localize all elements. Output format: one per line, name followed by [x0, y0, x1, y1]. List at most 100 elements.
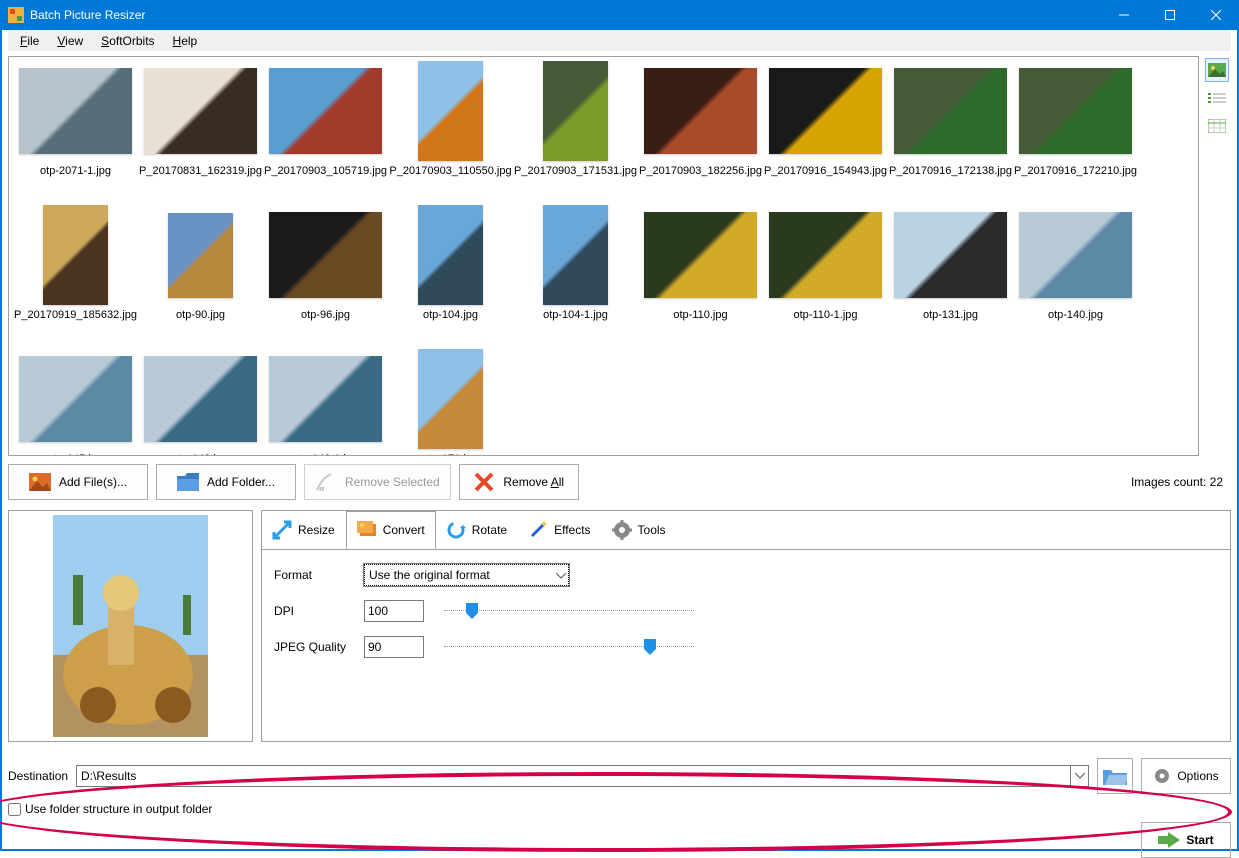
menubar: File View SoftOrbits Help — [8, 30, 1231, 52]
tab-convert[interactable]: Convert — [346, 511, 436, 549]
thumbnail-item[interactable]: P_20170916_154943.jpg — [763, 61, 888, 201]
thumbnail-label: otp-2071-1.jpg — [40, 165, 111, 177]
thumbnail-item[interactable]: P_20170916_172138.jpg — [888, 61, 1013, 201]
thumbnail-label: otp-148.jpg — [173, 453, 228, 456]
thumbnail-label: otp-145.jpg — [48, 453, 103, 456]
picture-add-icon — [29, 471, 51, 493]
thumbnail-item[interactable]: otp-148.jpg — [138, 349, 263, 456]
view-list-button[interactable] — [1205, 86, 1229, 110]
thumbnail-item[interactable]: otp-104.jpg — [388, 205, 513, 345]
chevron-down-icon[interactable] — [1070, 766, 1088, 786]
thumbnail-item[interactable]: otp-110.jpg — [638, 205, 763, 345]
browse-folder-button[interactable] — [1097, 758, 1133, 794]
options-button[interactable]: Options — [1141, 758, 1231, 794]
format-label: Format — [274, 568, 364, 582]
menu-help[interactable]: Help — [165, 32, 206, 50]
thumbnail-item[interactable]: P_20170903_171531.jpg — [513, 61, 638, 201]
broom-icon — [315, 471, 337, 493]
thumbnail-item[interactable]: otp-110-1.jpg — [763, 205, 888, 345]
folder-icon — [177, 471, 199, 493]
convert-icon — [357, 520, 377, 540]
thumbnail-item[interactable]: otp-2071-1.jpg — [13, 61, 138, 201]
quality-slider[interactable] — [444, 637, 694, 657]
thumbnail-item[interactable]: otp-140.jpg — [1013, 205, 1138, 345]
thumbnail-label: otp-104.jpg — [423, 309, 478, 321]
thumbnail-label: P_20170903_171531.jpg — [514, 165, 637, 177]
dpi-slider[interactable] — [444, 601, 694, 621]
remove-all-button[interactable]: Remove All — [459, 464, 579, 500]
tab-tools[interactable]: Tools — [602, 511, 677, 549]
tab-rotate[interactable]: Rotate — [436, 511, 518, 549]
thumbnail-item[interactable]: P_20170916_172210.jpg — [1013, 61, 1138, 201]
remove-selected-label: Remove Selected — [345, 475, 440, 489]
thumbnail-item[interactable]: otp-148-1.jpg — [263, 349, 388, 456]
thumbnail-item[interactable]: P_20170903_182256.jpg — [638, 61, 763, 201]
settings-panel: Resize Convert Rotate Effects Tools — [261, 510, 1231, 742]
thumbnail-label: otp-131.jpg — [923, 309, 978, 321]
format-select[interactable]: Use the original format — [364, 564, 569, 586]
folder-open-icon — [1103, 767, 1127, 785]
thumbnail-label: P_20170903_182256.jpg — [639, 165, 762, 177]
menu-file[interactable]: File — [12, 32, 47, 50]
x-icon — [473, 471, 495, 493]
preview-pane — [8, 510, 253, 742]
view-details-button[interactable] — [1205, 114, 1229, 138]
image-icon — [1208, 63, 1226, 77]
thumbnail-label: P_20170903_110550.jpg — [389, 165, 511, 177]
thumbnail-item[interactable]: otp-131.jpg — [888, 205, 1013, 345]
thumbnail-label: P_20170919_185632.jpg — [14, 309, 137, 321]
folder-structure-checkbox[interactable] — [8, 803, 21, 816]
quality-input[interactable] — [364, 636, 424, 658]
thumbnail-item[interactable]: P_20170903_110550.jpg — [388, 61, 513, 201]
remove-selected-button[interactable]: Remove Selected — [304, 464, 451, 500]
thumbnail-item[interactable]: P_20170831_162319.jpg — [138, 61, 263, 201]
gear-icon — [612, 520, 632, 540]
dpi-input[interactable] — [364, 600, 424, 622]
thumbnail-label: otp-171.jpg — [423, 453, 478, 456]
thumbnail-item[interactable]: P_20170903_105719.jpg — [263, 61, 388, 201]
add-files-button[interactable]: Add File(s)... — [8, 464, 148, 500]
destination-input[interactable] — [77, 766, 1070, 786]
dpi-label: DPI — [274, 604, 364, 618]
thumbnail-item[interactable]: otp-104-1.jpg — [513, 205, 638, 345]
slider-thumb-icon — [644, 639, 656, 655]
add-files-label: Add File(s)... — [59, 475, 127, 489]
app-icon — [8, 7, 24, 23]
start-button[interactable]: Start — [1141, 822, 1231, 858]
thumbnail-item[interactable]: otp-90.jpg — [138, 205, 263, 345]
thumbnail-item[interactable]: otp-171.jpg — [388, 349, 513, 456]
add-folder-button[interactable]: Add Folder... — [156, 464, 296, 500]
remove-all-label: Remove All — [503, 475, 564, 489]
thumbnail-item[interactable]: otp-96.jpg — [263, 205, 388, 345]
preview-image — [53, 515, 208, 737]
maximize-button[interactable] — [1147, 0, 1193, 30]
thumbnail-item[interactable]: otp-145.jpg — [13, 349, 138, 456]
menu-view[interactable]: View — [49, 32, 91, 50]
resize-icon — [272, 520, 292, 540]
destination-label: Destination — [8, 769, 68, 783]
thumbnail-label: otp-110-1.jpg — [793, 309, 857, 321]
menu-softorbits[interactable]: SoftOrbits — [93, 32, 162, 50]
gear-icon — [1153, 767, 1171, 785]
minimize-button[interactable] — [1101, 0, 1147, 30]
image-count: Images count: 22 — [1131, 475, 1231, 489]
window-title: Batch Picture Resizer — [30, 8, 145, 22]
add-folder-label: Add Folder... — [207, 475, 275, 489]
close-button[interactable] — [1193, 0, 1239, 30]
play-icon — [1158, 832, 1180, 848]
thumbnail-label: otp-140.jpg — [1048, 309, 1103, 321]
titlebar: Batch Picture Resizer — [0, 0, 1239, 30]
grid-icon — [1208, 119, 1226, 133]
destination-combo[interactable] — [76, 765, 1089, 787]
thumbnail-grid[interactable]: otp-2071-1.jpgP_20170831_162319.jpgP_201… — [8, 56, 1199, 456]
tab-resize[interactable]: Resize — [262, 511, 346, 549]
thumbnail-item[interactable]: P_20170919_185632.jpg — [13, 205, 138, 345]
thumbnail-label: otp-104-1.jpg — [543, 309, 608, 321]
quality-label: JPEG Quality — [274, 640, 364, 654]
thumbnail-label: otp-90.jpg — [176, 309, 225, 321]
slider-thumb-icon — [466, 603, 478, 619]
thumbnail-label: otp-148-1.jpg — [293, 453, 358, 456]
thumbnail-label: otp-110.jpg — [673, 309, 727, 321]
tab-effects[interactable]: Effects — [518, 511, 601, 549]
view-thumbnails-button[interactable] — [1205, 58, 1229, 82]
